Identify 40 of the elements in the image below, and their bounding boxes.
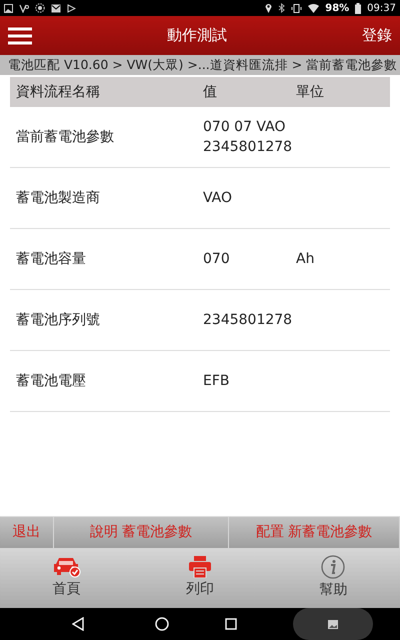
printer-icon bbox=[188, 556, 211, 578]
voicemail-icon bbox=[19, 4, 29, 12]
info-icon bbox=[321, 555, 346, 579]
login-button[interactable]: 登錄 bbox=[362, 24, 392, 47]
value-cell-text: 070 07 VAO 2345801278 bbox=[203, 118, 294, 157]
unit-cell-text: Ah bbox=[296, 250, 314, 268]
name-cell-text: 蓄電池容量 bbox=[16, 250, 86, 268]
gear-icon bbox=[35, 3, 45, 13]
mail-icon bbox=[51, 4, 61, 12]
clock: 09:37 bbox=[367, 2, 396, 16]
screenshot-button[interactable] bbox=[293, 608, 373, 640]
image-icon bbox=[328, 620, 338, 628]
name-cell-text: 蓄電池製造商 bbox=[16, 188, 100, 208]
value-cell-text: VAO bbox=[203, 188, 232, 208]
battery-level: 98% bbox=[325, 2, 350, 16]
column-header: 值 bbox=[203, 84, 217, 100]
name-cell-text: 蓄電池電壓 bbox=[16, 372, 86, 390]
back-icon[interactable] bbox=[72, 617, 84, 631]
nav-tab[interactable]: 幫助 bbox=[266, 548, 400, 608]
screen-title: 動作測試 bbox=[166, 25, 228, 46]
play-icon bbox=[67, 4, 76, 12]
nav-tab[interactable]: 列印 bbox=[133, 548, 267, 608]
home-icon[interactable] bbox=[155, 617, 169, 631]
column-header: 資料流程名稱 bbox=[16, 84, 100, 100]
vibrate-icon bbox=[291, 4, 302, 12]
bluetooth-icon bbox=[278, 3, 286, 13]
name-cell-text: 當前蓄電池參數 bbox=[16, 128, 114, 146]
value-cell-text: EFB bbox=[203, 372, 230, 391]
value-cell-text: 070 bbox=[203, 250, 230, 269]
image-icon bbox=[4, 4, 13, 12]
nav-tab[interactable]: 首頁 bbox=[0, 548, 134, 608]
location-icon bbox=[265, 3, 272, 13]
breadcrumb: 電池匹配 V10.60 > VW(大眾) >...道資料匯流排 > 當前蓄電池參數 bbox=[0, 55, 400, 75]
column-header: 單位 bbox=[296, 84, 324, 100]
value-cell-text: 2345801278 bbox=[203, 310, 292, 330]
battery-icon bbox=[355, 2, 362, 14]
car-check-icon bbox=[52, 556, 81, 578]
wifi-icon bbox=[308, 4, 320, 12]
name-cell-text: 蓄電池序列號 bbox=[16, 310, 100, 330]
recents-icon[interactable] bbox=[225, 618, 237, 630]
